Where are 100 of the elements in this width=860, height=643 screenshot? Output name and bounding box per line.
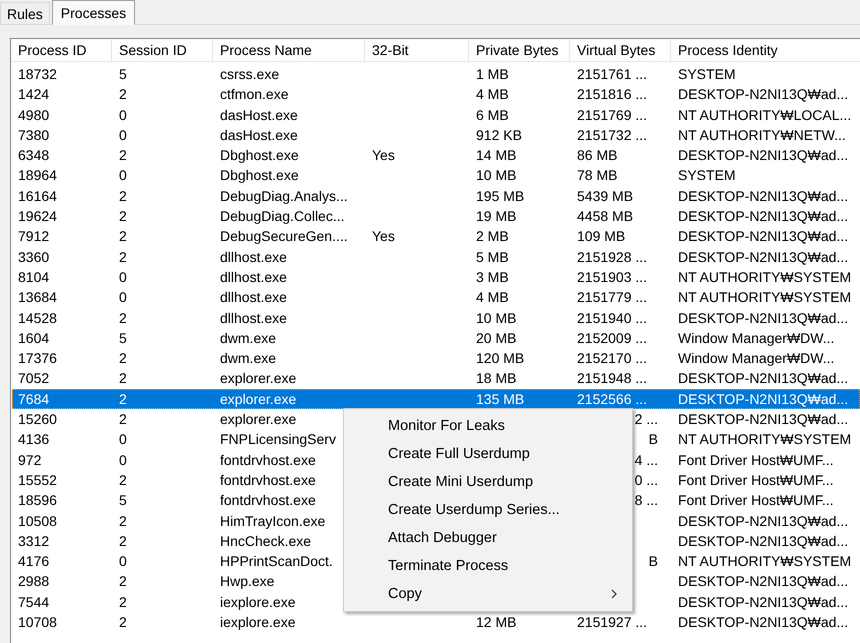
- column-header[interactable]: Private Bytes: [469, 39, 570, 62]
- table-cell-text: 78 MB: [576, 166, 618, 186]
- table-cell-text: 0: [118, 166, 128, 186]
- table-cell[interactable]: 15260: [12, 409, 113, 430]
- table-cell-text: 2: [118, 85, 128, 104]
- menu-item[interactable]: Copy: [344, 580, 632, 608]
- tab[interactable]: Processes: [52, 0, 136, 25]
- column-header[interactable]: Virtual Bytes: [570, 39, 671, 62]
- table-cell[interactable]: 17376: [12, 348, 113, 368]
- table-cell[interactable]: 4980: [12, 104, 113, 125]
- table-cell-text: 2151928 ...: [576, 248, 648, 267]
- table-cell-text: Yes: [371, 146, 396, 166]
- table-cell[interactable]: 19624: [12, 206, 113, 226]
- table-cell-text: 0: [118, 430, 128, 450]
- table-cell-text: 19 MB: [475, 207, 518, 226]
- table-cell-text: csrss.exe: [219, 65, 280, 84]
- table-cell-text: 5: [118, 65, 128, 84]
- menu-item[interactable]: Create Mini Userdump: [344, 468, 632, 496]
- table-cell-text: 0: [118, 552, 128, 572]
- table-cell[interactable]: 7912: [12, 226, 113, 247]
- table-cell-text: Font Driver Host₩UMF...: [677, 491, 835, 510]
- table-cell[interactable]: 7544: [12, 592, 113, 612]
- table-cell-text: 2 ...: [634, 410, 659, 430]
- table-cell-text: DESKTOP-N2NI13Q₩ad...: [677, 572, 850, 592]
- tab[interactable]: Rules: [0, 2, 50, 24]
- table-cell-text: DESKTOP-N2NI13Q₩ad...: [677, 532, 850, 551]
- table-cell-text: 2: [118, 532, 128, 551]
- menu-item[interactable]: Create Full Userdump: [344, 440, 632, 468]
- table-cell-text: 2: [118, 349, 128, 368]
- table-cell-text: SYSTEM: [677, 166, 737, 186]
- table-cell[interactable]: 16164: [12, 186, 113, 206]
- table-cell[interactable]: 6348: [12, 145, 113, 166]
- table-cell-text: 2: [118, 369, 128, 388]
- table-cell-text: 120 MB: [475, 349, 526, 368]
- table-cell-text: NT AUTHORITY₩SYSTEM: [677, 268, 852, 287]
- table-cell-text: 5 MB: [475, 248, 510, 267]
- table-cell-text: DebugDiag.Collec...: [219, 207, 346, 226]
- table-row[interactable]: 7684 2 explorer.exe 135 MB 2152566 ... DESKTOP-N2NI13Q₩ad...: [12, 388, 860, 410]
- table-cell-text: 5: [118, 328, 128, 348]
- column-header[interactable]: 32-Bit: [365, 39, 469, 62]
- table-cell-text: DebugSecureGen....: [219, 227, 349, 246]
- table-cell-text: dasHost.exe: [219, 126, 299, 145]
- column-header[interactable]: Process Name: [213, 39, 365, 62]
- table-cell-text: dllhost.exe: [219, 288, 288, 308]
- table-cell[interactable]: 4136: [12, 429, 113, 450]
- table-cell-text: fontdrvhost.exe: [219, 450, 317, 470]
- table-cell-text: 6 MB: [475, 106, 510, 125]
- table-cell-text: 2152566 ...: [576, 390, 648, 409]
- menu-item[interactable]: Attach Debugger: [344, 524, 632, 552]
- table-cell[interactable]: 18596: [12, 490, 113, 511]
- table-cell-text: fontdrvhost.exe: [219, 470, 317, 490]
- table-cell[interactable]: 1424: [12, 84, 113, 105]
- table-cell[interactable]: 10508: [12, 510, 113, 531]
- table-cell[interactable]: 13684: [12, 287, 113, 308]
- table-cell[interactable]: 8104: [12, 266, 113, 288]
- table-cell-text: DESKTOP-N2NI13Q₩ad...: [677, 613, 850, 632]
- table-cell[interactable]: 2988: [12, 571, 113, 592]
- table-cell[interactable]: 10708: [12, 612, 113, 632]
- table-cell-text: 2: [118, 470, 128, 490]
- table-cell-text: explorer.exe: [219, 390, 298, 409]
- table-cell-text: Font Driver Host₩UMF...: [677, 450, 835, 470]
- table-cell-text: iexplore.exe: [219, 592, 296, 612]
- table-cell-text: 0: [118, 268, 128, 287]
- table-cell-text: 14 MB: [475, 146, 518, 166]
- table-cell[interactable]: 1604: [12, 328, 113, 348]
- table-cell-text: 12 MB: [475, 613, 518, 632]
- menu-item[interactable]: Terminate Process: [344, 552, 632, 580]
- table-cell-text: 2151948 ...: [576, 369, 648, 388]
- table-cell-text: ctfmon.exe: [219, 85, 290, 104]
- table-cell-text: 2151769 ...: [576, 106, 648, 125]
- table-cell[interactable]: 3312: [12, 530, 113, 552]
- table-cell-text: 135 MB: [475, 390, 526, 409]
- table-cell[interactable]: 18964: [12, 165, 113, 186]
- table-cell-text: Window Manager₩DW...: [677, 349, 836, 368]
- table-cell-text: 2151940 ...: [576, 308, 648, 328]
- table-cell-text: NT AUTHORITY₩SYSTEM: [677, 430, 852, 450]
- table-cell[interactable]: 18732: [12, 64, 113, 84]
- table-cell[interactable]: 3360: [12, 246, 113, 267]
- table-cell-text: 2151779 ...: [576, 288, 648, 308]
- table-cell-text: dllhost.exe: [219, 268, 288, 287]
- table-cell[interactable]: 7380: [12, 124, 113, 146]
- table-cell-text: 2: [118, 248, 128, 267]
- menu-item[interactable]: Create Userdump Series...: [344, 496, 632, 524]
- table-cell-text: 2151816 ...: [576, 85, 648, 104]
- column-header[interactable]: Process Identity: [671, 39, 860, 62]
- table-cell-text: 2: [118, 592, 128, 612]
- table-cell[interactable]: 14528: [12, 308, 113, 328]
- table-cell-text: DESKTOP-N2NI13Q₩ad...: [677, 369, 850, 388]
- column-header[interactable]: Process ID: [11, 39, 112, 62]
- table-cell[interactable]: 4176: [12, 551, 113, 572]
- table-cell-text: 2: [118, 410, 128, 430]
- table-cell-text: DESKTOP-N2NI13Q₩ad...: [677, 592, 850, 612]
- column-header[interactable]: Session ID: [112, 39, 213, 62]
- table-cell-text: 2152170 ...: [576, 349, 648, 368]
- menu-item[interactable]: Monitor For Leaks: [344, 412, 632, 440]
- table-cell[interactable]: 7052: [12, 368, 113, 389]
- table-cell-text: explorer.exe: [219, 369, 298, 388]
- table-cell-text: DESKTOP-N2NI13Q₩ad...: [677, 227, 850, 246]
- table-cell[interactable]: 972: [12, 450, 113, 470]
- table-cell[interactable]: 15552: [12, 470, 113, 490]
